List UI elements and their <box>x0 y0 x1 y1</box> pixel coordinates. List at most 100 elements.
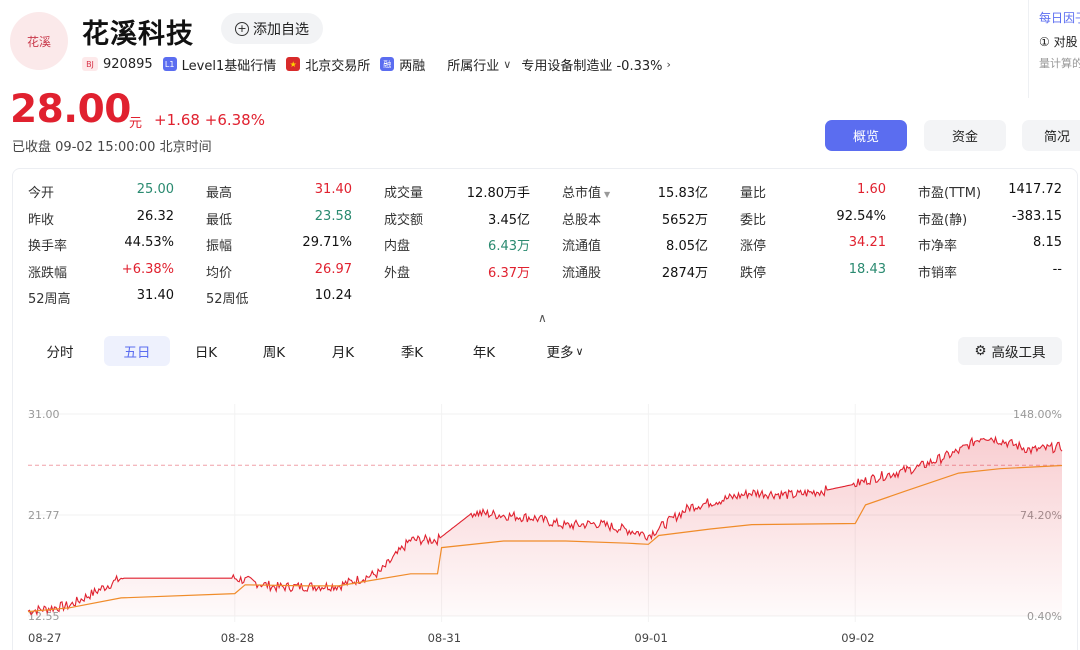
stat-col2-4: 52周低 10.24 <box>206 288 352 307</box>
stat-value: +6.38% <box>121 261 174 277</box>
stat-label: 委比 <box>740 212 767 228</box>
period-tab-6[interactable]: 年K <box>454 336 514 366</box>
exchange-badge: BJ <box>82 57 98 71</box>
tab-brief[interactable]: 简况 <box>1022 120 1080 151</box>
y2-tick-label: 148.00% <box>1013 408 1062 421</box>
stat-col6-1: 市盈(静) -383.15 <box>918 209 1062 228</box>
stat-value: 8.05亿 <box>666 239 708 254</box>
stock-code: BJ 920895 <box>82 57 153 72</box>
stat-col6-0: 市盈(TTM) 1417.72 <box>918 182 1062 201</box>
stat-label: 总市值 ▼ <box>562 186 611 201</box>
stat-label: 市盈(TTM) <box>918 186 982 201</box>
collapse-caret-icon[interactable]: ∧ <box>538 311 547 325</box>
five-day-chart[interactable]: 31.00148.00%21.7774.20%12.550.40%08-2708… <box>0 380 1080 650</box>
stat-label: 成交额 <box>384 212 424 228</box>
price-unit: 元 <box>129 116 143 131</box>
stat-col4-3: 流通股 2874万 <box>562 262 708 281</box>
stat-col4-2: 流通值 8.05亿 <box>562 235 708 254</box>
period-tab-5[interactable]: 季K <box>382 336 442 366</box>
stat-label: 最高 <box>206 186 233 201</box>
chevron-down-icon: ∨ <box>575 344 584 358</box>
stat-label: 振幅 <box>206 239 233 254</box>
x-tick-label: 08-31 <box>428 631 461 645</box>
stat-value: 31.40 <box>136 288 174 303</box>
stat-label: 成交量 <box>384 186 424 201</box>
period-tab-3[interactable]: 周K <box>244 336 304 366</box>
stat-label: 量比 <box>740 186 767 201</box>
chevron-down-icon: ∨ <box>503 57 512 71</box>
period-tab-2[interactable]: 日K <box>176 336 236 366</box>
stat-value: 25.00 <box>136 182 174 197</box>
caret-down-icon[interactable]: ▼ <box>604 190 610 199</box>
daily-factor-sub: 量计算的 <box>1039 57 1080 70</box>
tab-funds[interactable]: 资金 <box>924 120 1006 151</box>
margin-badge: 融 <box>380 57 395 71</box>
period-tab-4[interactable]: 月K <box>313 336 373 366</box>
x-tick-label: 09-02 <box>841 631 874 645</box>
period-tab-label: 月K <box>331 345 355 361</box>
level1-tag[interactable]: L1 Level1基础行情 <box>162 55 277 74</box>
period-tab-1[interactable]: 五日 <box>104 336 170 366</box>
plus-circle-icon: + <box>235 21 249 36</box>
stat-label: 最低 <box>206 212 233 228</box>
advanced-tools-button[interactable]: ⚙ 高级工具 <box>958 337 1062 365</box>
daily-factor-panel[interactable]: 每日因子 ① 对股 量计算的 <box>1028 0 1080 98</box>
stat-value: 26.97 <box>314 261 352 277</box>
x-tick-label: 08-27 <box>28 631 61 645</box>
stat-col3-3: 外盘 6.37万 <box>384 262 530 281</box>
y-tick-label: 21.77 <box>28 509 60 522</box>
market-tag[interactable]: ★ 北京交易所 <box>286 55 370 74</box>
change-percent: +6.38% <box>204 111 265 129</box>
daily-factor-title: 每日因子 <box>1039 11 1080 25</box>
stat-col6-2: 市净率 8.15 <box>918 235 1062 254</box>
add-watchlist-button[interactable]: + 添加自选 <box>221 13 323 44</box>
stock-name: 花溪科技 <box>82 19 194 50</box>
stock-meta-row: BJ 920895 L1 Level1基础行情 ★ 北京交易所 融 两融 所属行… <box>82 54 681 74</box>
stat-col4-1: 总股本 5652万 <box>562 209 708 228</box>
stat-label: 市净率 <box>918 239 958 254</box>
industry-link[interactable]: 专用设备制造业 -0.33% › <box>521 55 671 74</box>
period-tab-label: 五日 <box>123 345 151 361</box>
stat-label: 市盈(静) <box>918 212 968 228</box>
y-tick-label: 31.00 <box>28 408 60 421</box>
x-tick-label: 08-28 <box>221 631 254 645</box>
tab-overview[interactable]: 概览 <box>825 120 907 151</box>
stat-value: 15.83亿 <box>657 186 708 201</box>
stat-col6-3: 市销率 -- <box>918 262 1062 281</box>
stock-code-text: 920895 <box>103 56 153 72</box>
stat-col2-1: 最低 23.58 <box>206 209 352 228</box>
stat-value: 6.43万 <box>488 239 530 254</box>
stat-value: 18.43 <box>848 261 886 277</box>
stat-col1-0: 今开 25.00 <box>28 182 174 201</box>
stat-value: 44.53% <box>124 235 174 250</box>
stat-col3-2: 内盘 6.43万 <box>384 235 530 254</box>
market-status: 已收盘 09-02 15:00:00 北京时间 <box>12 136 212 155</box>
stat-label: 外盘 <box>384 265 411 281</box>
stat-label: 52周高 <box>28 292 71 307</box>
period-tab-7[interactable]: 更多 ∨ <box>524 336 606 366</box>
stat-col4-0: 总市值 ▼ 15.83亿 <box>562 182 708 201</box>
stat-label: 52周低 <box>206 292 249 307</box>
industry-label: 所属行业 <box>447 58 500 74</box>
stat-col1-3: 涨跌幅 +6.38% <box>28 261 174 281</box>
tools-icon: ⚙ <box>974 343 987 359</box>
stat-col2-3: 均价 26.97 <box>206 261 352 281</box>
margin-tag[interactable]: 融 两融 <box>380 55 425 74</box>
status-time: 09-02 15:00:00 北京时间 <box>55 140 212 155</box>
stat-col1-4: 52周高 31.40 <box>28 288 174 307</box>
stat-value: 5652万 <box>661 212 708 228</box>
chevron-right-icon: › <box>666 57 671 71</box>
period-tab-0[interactable]: 分时 <box>28 336 92 366</box>
period-tab-label: 日K <box>194 345 218 361</box>
industry-dropdown[interactable]: 所属行业 ∨ <box>447 55 511 74</box>
period-tab-label: 年K <box>472 345 496 361</box>
stat-col3-0: 成交量 12.80万手 <box>384 182 530 201</box>
stat-value: 3.45亿 <box>488 212 530 228</box>
level1-text: Level1基础行情 <box>181 58 277 74</box>
stat-label: 换手率 <box>28 239 68 254</box>
period-tab-label: 分时 <box>46 345 74 361</box>
stat-label: 内盘 <box>384 239 411 254</box>
stat-label: 流通股 <box>562 265 602 281</box>
stat-label: 今开 <box>28 186 55 201</box>
add-watchlist-label: 添加自选 <box>253 21 309 38</box>
